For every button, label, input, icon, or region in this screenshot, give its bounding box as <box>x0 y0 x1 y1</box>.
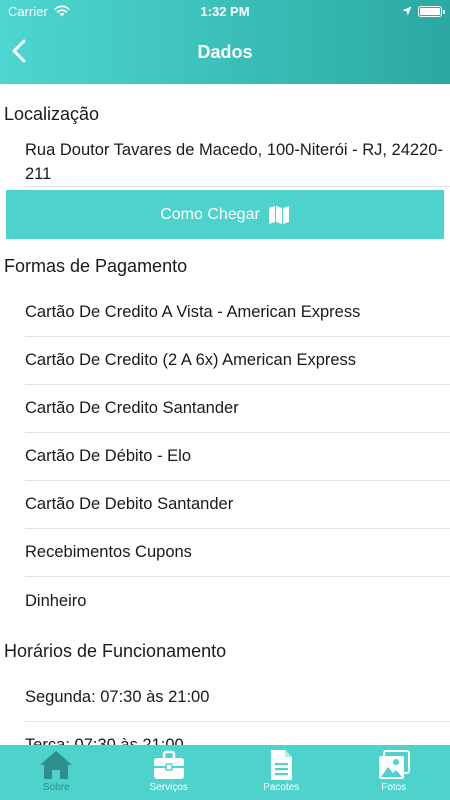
location-arrow-icon <box>402 6 412 16</box>
payment-item: Dinheiro <box>25 591 87 610</box>
directions-button[interactable]: Como Chegar <box>6 190 444 239</box>
location-section-title: Localização <box>4 104 100 124</box>
tab-label: Serviços <box>149 782 188 793</box>
map-icon <box>268 205 289 224</box>
tab-bar: Sobre Serviços Pacotes Fotos <box>0 745 450 800</box>
hours-list: Segunda: 07:30 às 21:00 Terça: 07:30 às … <box>0 674 450 745</box>
directions-button-label: Como Chegar <box>160 205 260 223</box>
divider <box>25 186 450 187</box>
hours-item: Terça: 07:30 às 21:00 <box>25 722 450 745</box>
payment-item: Cartão De Credito A Vista - American Exp… <box>25 289 450 337</box>
home-icon <box>40 751 73 779</box>
document-icon <box>271 750 293 780</box>
tab-label: Fotos <box>381 782 407 793</box>
tab-label: Sobre <box>42 782 70 793</box>
briefcase-icon <box>153 750 184 779</box>
payment-item: Cartão De Debito Santander <box>25 481 450 529</box>
tab-pacotes[interactable]: Pacotes <box>225 745 338 800</box>
battery-icon <box>418 6 445 17</box>
status-bar: Carrier 1:32 PM <box>0 0 450 24</box>
tab-servicos[interactable]: Serviços <box>113 745 226 800</box>
page-title: Dados <box>197 42 253 62</box>
payment-item: Cartão De Credito (2 A 6x) American Expr… <box>25 337 450 385</box>
hours-section-title: Horários de Funcionamento <box>4 641 227 661</box>
payment-item: Cartão De Débito - Elo <box>25 433 450 481</box>
tab-fotos[interactable]: Fotos <box>338 745 450 800</box>
app-header: Carrier 1:32 PM Dados <box>0 0 450 84</box>
hours-item: Segunda: 07:30 às 21:00 <box>25 674 450 722</box>
status-time: 1:32 PM <box>200 4 250 19</box>
payment-item: Recebimentos Cupons <box>25 529 450 577</box>
payment-section-title: Formas de Pagamento <box>4 256 188 276</box>
tab-label: Pacotes <box>263 782 300 793</box>
address-text: Rua Doutor Tavares de Macedo, 100-Niteró… <box>25 141 443 183</box>
details-content[interactable]: Localização Rua Doutor Tavares de Macedo… <box>0 84 450 745</box>
payment-list: Cartão De Credito A Vista - American Exp… <box>0 289 450 625</box>
tab-sobre[interactable]: Sobre <box>0 745 113 800</box>
payment-item: Cartão De Credito Santander <box>25 385 450 433</box>
photos-icon <box>378 750 410 779</box>
